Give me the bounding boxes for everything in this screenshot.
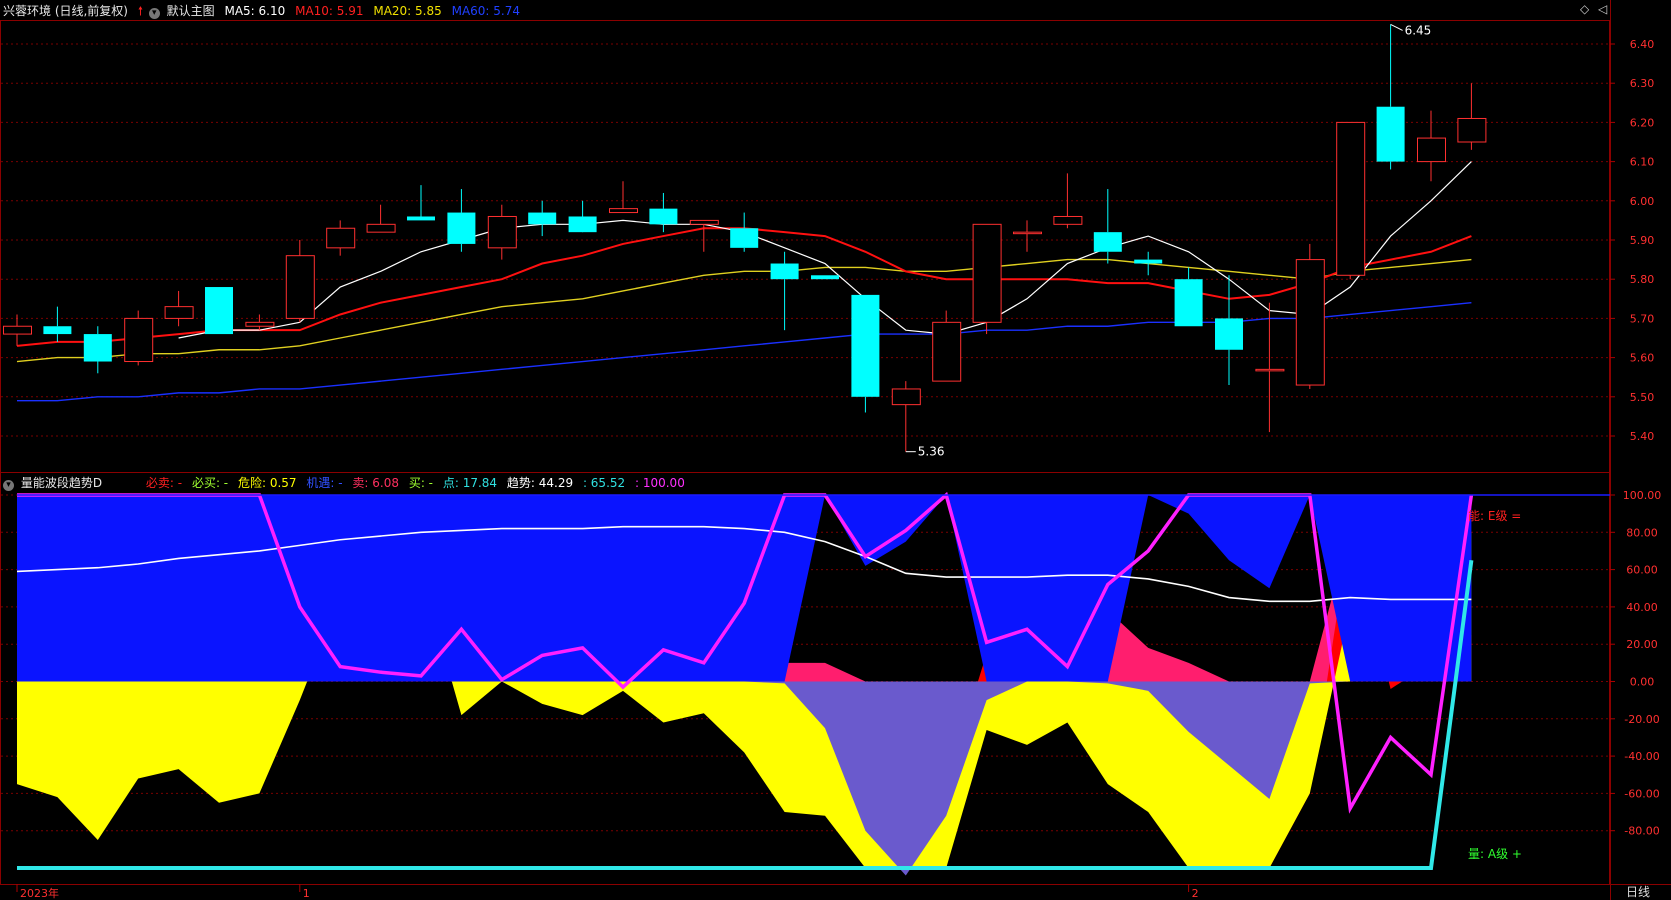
indicator-value: 危险: 0.57	[237, 476, 297, 490]
volume-grade-label: 量: A级 +	[1468, 847, 1522, 861]
candle-body	[1457, 117, 1487, 143]
y-tick-label: 6.20	[1630, 116, 1655, 129]
candle-body	[689, 219, 719, 225]
y-tick-label: 5.90	[1630, 234, 1655, 247]
candle-body	[487, 215, 517, 249]
y-tick-label: 6.00	[1630, 195, 1655, 208]
y-tick-label: 80.00	[1626, 526, 1658, 539]
y-tick-label: 6.40	[1630, 38, 1655, 51]
candle-body	[770, 263, 799, 280]
candle-body	[932, 321, 962, 382]
ma5-label: MA5: 6.10	[224, 4, 286, 18]
candle-body	[124, 317, 154, 363]
y-tick-label: -60.00	[1624, 787, 1659, 800]
main-panel-header: 兴蓉环境 (日线,前复权) 🠕 ▾ 默认主图 MA5: 6.10 MA10: 5…	[3, 2, 526, 23]
blue-area	[17, 495, 1472, 682]
candle-body	[891, 388, 921, 406]
candle-body	[1295, 259, 1325, 386]
candle-body	[528, 212, 557, 225]
ma20-label: MA20: 5.85	[373, 4, 442, 18]
candle-body	[1093, 232, 1122, 252]
candle-body	[285, 255, 315, 319]
dropdown-icon[interactable]: ▾	[3, 480, 14, 491]
y-tick-label: 20.00	[1626, 638, 1658, 651]
candle-body	[1053, 215, 1083, 225]
candle-body	[447, 212, 476, 244]
candle-body	[326, 227, 356, 249]
candle-body	[1215, 318, 1243, 350]
candle-body	[3, 325, 32, 335]
y-tick-label: 100.00	[1623, 489, 1662, 502]
y-tick-label: 5.70	[1630, 312, 1655, 325]
low-label: 5.36	[918, 445, 945, 459]
candle-body	[366, 223, 396, 233]
x-tick-label: 2	[1192, 887, 1199, 900]
y-tick-label: 0.00	[1630, 676, 1655, 689]
candle-body	[568, 216, 597, 233]
y-tick-label: 6.10	[1630, 156, 1655, 169]
high-label: 6.45	[1405, 23, 1432, 37]
chart-canvas[interactable]: 6.40 6.30 6.20 6.10 6.00 5.90 5.80 5.70 5.60 5.50…	[0, 0, 1671, 900]
indicator-value: 趋势: 44.29	[506, 476, 574, 490]
y-tick-label: 40.00	[1626, 601, 1658, 614]
energy-grade-label: 能: E级 =	[1468, 509, 1522, 523]
indicator-value: 点: 17.84	[442, 476, 498, 490]
indicator-value: 卖: 6.08	[352, 476, 399, 490]
indicator-value: 机遇: -	[306, 476, 343, 490]
candle-body	[1013, 231, 1042, 235]
y-tick-label: 5.60	[1630, 352, 1655, 365]
y-tick-label: 5.40	[1630, 430, 1655, 443]
y-tick-label: 5.50	[1630, 391, 1655, 404]
y-tick-label: 60.00	[1626, 564, 1658, 577]
candle-body	[407, 216, 435, 221]
diamond-icon[interactable]: ◇	[1580, 2, 1589, 16]
dropdown-icon[interactable]: ▾	[148, 8, 160, 19]
candle-body	[83, 334, 112, 362]
indicator-title[interactable]: 量能波段趋势D	[21, 476, 102, 490]
high-pointer	[1390, 23, 1403, 31]
stock-title: 兴蓉环境 (日线,前复权)	[3, 4, 128, 18]
candle-body	[1417, 137, 1446, 163]
candle-body	[1174, 279, 1203, 327]
candle-body	[1376, 106, 1405, 162]
y-tick-label: -20.00	[1624, 713, 1659, 726]
main-frame	[0, 20, 1610, 473]
stock-chart-window: 6.40 6.30 6.20 6.10 6.00 5.90 5.80 5.70 5.60 5.50…	[0, 0, 1671, 900]
ma60-line	[17, 302, 1472, 402]
ma60-label: MA60: 5.74	[451, 4, 521, 18]
candle-body	[43, 326, 72, 335]
ma5-line	[178, 161, 1472, 339]
template-label[interactable]: 默认主图	[167, 4, 215, 18]
x-tick-label: 2023年	[20, 886, 59, 900]
indicator-value: : 100.00	[634, 476, 685, 490]
y-tick-label: -40.00	[1624, 750, 1659, 763]
y-tick-label: 5.80	[1630, 273, 1655, 286]
candle-body	[245, 321, 275, 327]
collapse-icon[interactable]: ◁	[1598, 2, 1607, 16]
y-tick-label: 6.30	[1630, 77, 1655, 90]
sub-panel-header: ▾ 量能波段趋势D 必卖: - 必买: - 危险: 0.57 机遇: - 卖: …	[3, 474, 691, 491]
candle-body	[1134, 259, 1163, 264]
period-label[interactable]: 日线	[1626, 883, 1650, 900]
ma10-label: MA10: 5.91	[295, 4, 364, 18]
candle-body	[609, 208, 638, 214]
indicator-value: 必卖: -	[145, 476, 183, 490]
candle-body	[1255, 368, 1285, 372]
candle-body	[205, 287, 233, 335]
y-tick-label: -80.00	[1624, 825, 1659, 838]
candle-body	[730, 228, 759, 248]
candle-body	[972, 223, 1002, 323]
candle-body	[811, 275, 839, 280]
x-tick-label: 1	[303, 887, 310, 900]
up-arrow-icon: 🠕	[137, 4, 143, 18]
candle-body	[851, 294, 880, 397]
indicator-value: 买: -	[408, 476, 434, 490]
candle-body	[649, 208, 678, 225]
candle-body	[164, 306, 194, 319]
indicator-value: 必买: -	[191, 476, 229, 490]
indicator-value: : 65.52	[582, 476, 626, 490]
candle-body	[1336, 121, 1366, 276]
